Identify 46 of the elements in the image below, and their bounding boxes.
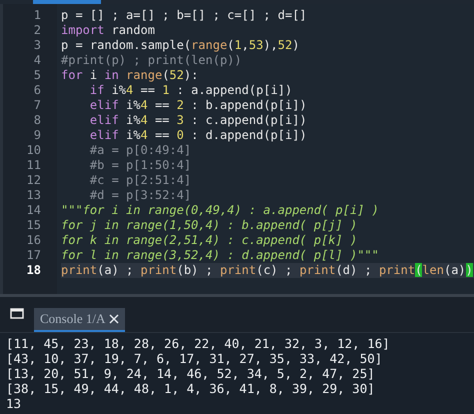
code-line: #c = p[2:51:4] [88, 173, 192, 187]
console-output-line: [13, 20, 51, 9, 24, 14, 46, 52, 34, 5, 2, 47, 25] [6, 366, 375, 381]
code-line: p = random.sample(range(1,53),52) [61, 38, 300, 52]
close-icon[interactable] [109, 314, 120, 324]
line-number: 3 [34, 38, 41, 53]
line-number: 8 [34, 113, 41, 128]
code-line: #a = p[0:49:4] [88, 143, 192, 157]
console-output-line: [43, 10, 37, 19, 7, 6, 17, 31, 27, 35, 33, 42, 50] [6, 351, 382, 366]
code-line: for l in range(3,52,4) : d.append( p[l] )""" [61, 248, 379, 262]
line-number: 17 [26, 248, 41, 263]
line-number: 11 [26, 158, 41, 173]
code-line: #b = p[1:50:4] [88, 158, 192, 172]
code-line: elif i%4 == 2 : b.append(p[i]) [88, 98, 307, 112]
console-output-line: [11, 45, 23, 18, 28, 26, 22, 40, 21, 32, 3, 12, 16] [6, 336, 390, 351]
code-line: if i%4 == 1 : a.append(p[i]) [88, 83, 292, 97]
line-number: 7 [34, 98, 41, 113]
line-number: 12 [26, 173, 41, 188]
code-line: #d = p[3:52:4] [88, 188, 192, 202]
line-number: 1 [34, 8, 41, 23]
line-number: 9 [34, 128, 41, 143]
line-number: 16 [26, 233, 41, 248]
window-icon[interactable] [10, 308, 24, 319]
code-line: import random [61, 23, 155, 37]
code-line: for j in range(1,50,4) : b.append( p[j] ) [61, 218, 358, 232]
line-number: 2 [34, 23, 41, 38]
code-editor[interactable] [0, 4, 474, 294]
code-line: elif i%4 == 0 : d.append(p[i]) [88, 128, 307, 142]
code-line: """for i in range(0,49,4) : a.append( p[i] ) [61, 203, 379, 217]
console-tab[interactable]: Console 1/A [34, 308, 126, 332]
line-number: 15 [26, 218, 41, 233]
line-number: 5 [34, 68, 41, 83]
code-line: p = [] ; a=[] ; b=[] ; c=[] ; d=[] [61, 8, 307, 22]
console-output-line: 13 [6, 396, 22, 411]
line-number: 10 [26, 143, 41, 158]
console-output-line: [38, 15, 49, 44, 48, 1, 4, 36, 41, 8, 39, 29, 30] [6, 381, 375, 396]
code-line: for i in range(52): [61, 68, 198, 82]
line-number: 4 [34, 53, 41, 68]
line-number: 6 [34, 83, 41, 98]
line-number: 14 [26, 203, 41, 218]
line-number: 13 [26, 188, 41, 203]
editor-tab-indicator [33, 0, 101, 4]
code-line: for k in range(2,51,4) : c.append( p[k] ) [61, 233, 358, 247]
code-line: elif i%4 == 3 : c.append(p[i]) [88, 113, 307, 127]
code-line: print(a) ; print(b) ; print(c) ; print(d) ; print(len(a)) [61, 263, 473, 277]
line-number: 18 [26, 263, 41, 278]
code-line: #print(p) ; print(len(p)) [61, 53, 242, 67]
